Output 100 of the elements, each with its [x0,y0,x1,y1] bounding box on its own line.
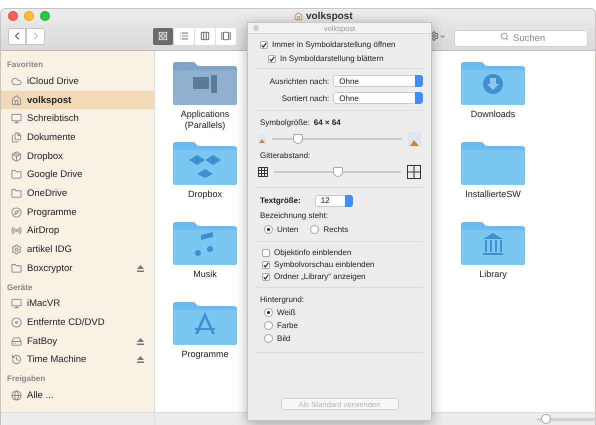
sidebar-item[interactable]: OneDrive [1,184,154,203]
folder-icon [11,262,22,274]
sidebar-item[interactable]: AirDrop [1,222,154,240]
view-mode-button[interactable] [152,28,173,44]
sidebar-item[interactable]: Schreibtisch [1,109,154,128]
zoom-button[interactable] [40,11,50,21]
sidebar-item[interactable]: FatBoy [1,332,154,351]
grid-icon [158,31,168,41]
broadcast-icon [11,225,22,236]
folder-icon [173,221,237,265]
folder-item[interactable]: InstallierteSW [453,141,533,221]
folder-item[interactable]: Programme [165,301,245,381]
monitor-icon [11,113,22,124]
gear-icon [11,244,22,256]
radio-label: Rechts [323,225,348,234]
icon-size-value: 64 × 64 [314,118,341,127]
folder-icon [173,61,237,105]
checkbox[interactable] [260,40,268,48]
folder-item[interactable]: Dropbox [165,141,245,221]
checkbox[interactable] [262,272,270,280]
monitor-icon [11,298,22,310]
folder-item[interactable]: Musik [165,221,245,301]
radio-label: Weiß [277,308,296,317]
folder-icon [11,169,22,180]
folder-item[interactable]: Applications (Parallels) [165,61,245,141]
radio-label: Farbe [277,321,298,330]
search-field[interactable]: Suchen [454,30,588,46]
popup-menu[interactable]: Ohne [333,92,423,104]
sidebar-item[interactable]: Alle ... [1,386,154,405]
text-size-label: Textgröße: [260,196,301,205]
sidebar-item[interactable]: Dokumente [1,128,154,147]
sidebar-item[interactable]: volkspost [1,90,154,110]
small-picture-icon [258,134,266,144]
sidebar-heading: Freigaben [6,373,46,386]
disc-icon [11,317,22,328]
eject-icon[interactable] [137,356,144,364]
house-icon [11,94,22,106]
checkbox[interactable] [262,260,270,268]
box-icon [11,150,22,162]
checkbox-label: In Symboldarstellung blättern [280,54,384,63]
background-label: Hintergrund: [260,295,304,304]
wide-grid-icon [407,165,421,179]
text-size-popup[interactable]: 12 [314,194,353,206]
sidebar-item[interactable]: iCloud Drive [1,72,154,91]
radio-button[interactable] [310,225,320,234]
label-position-label: Bezeichnung steht: [260,211,328,220]
eject-icon[interactable] [137,264,144,272]
caret-icon [438,32,446,40]
house-icon [294,12,303,21]
large-picture-icon [408,131,421,147]
checkbox[interactable] [268,54,276,62]
globe-icon [11,390,22,402]
sidebar-item[interactable]: Entfernte CD/DVD [1,313,154,332]
close-button[interactable] [8,11,18,21]
view-mode-button[interactable] [194,28,215,44]
folder-item[interactable]: Downloads [453,61,533,141]
folder-icon [461,221,525,265]
search-icon [500,32,509,40]
sidebar-item[interactable]: Dropbox [1,146,154,166]
view-mode-button[interactable] [216,28,236,44]
sidebar-item[interactable]: Programme [1,202,154,222]
checkbox-label: Immer in Symboldarstellung öffnen [272,40,396,49]
folder-icon [11,188,22,199]
drive-icon [11,336,22,347]
folder-item[interactable]: Library [453,221,533,301]
documents-icon [11,132,22,143]
columns-icon [200,31,210,41]
view-mode-button[interactable] [174,28,194,44]
radio-label: Unten [277,225,298,234]
sidebar-heading: Favoriten [6,59,44,71]
cloud-icon [11,76,22,87]
compass-icon [11,206,22,218]
clock-icon [11,354,22,366]
checkbox-label: Symbolvorschau einblenden [274,260,375,269]
folder-icon [173,301,237,345]
folder-icon [461,141,525,185]
radio-button[interactable] [264,225,273,234]
checkmark-icon [261,42,267,48]
radio-button[interactable] [264,334,273,343]
sidebar-item[interactable]: Time Machine [1,350,154,370]
sidebar-item[interactable]: Google Drive [1,165,154,184]
gallery-icon [220,31,231,41]
radio-button[interactable] [264,308,273,317]
sidebar-item[interactable]: iMacVR [1,294,154,314]
popup-label: Sortiert nach: [280,94,330,102]
grid-spacing-label: Gitterabstand: [260,151,310,160]
sidebar-item[interactable]: artikel IDG [1,240,154,259]
checkmark-icon [269,56,275,62]
popup-menu[interactable]: Ohne [333,75,423,87]
icon-size-label: Symbolgröße: [260,118,310,127]
sidebar-item[interactable]: Boxcryptor [1,258,154,278]
folder-icon [461,61,525,105]
sidebar-heading: Geräte [6,282,34,294]
checkbox-label: Ordner „Library“ anzeigen [274,272,366,281]
eject-icon[interactable] [137,338,144,345]
folder-icon [173,141,237,185]
back-button[interactable] [8,28,26,44]
radio-button[interactable] [264,321,273,330]
radio-label: Bild [277,334,290,343]
checkbox[interactable] [262,248,270,256]
